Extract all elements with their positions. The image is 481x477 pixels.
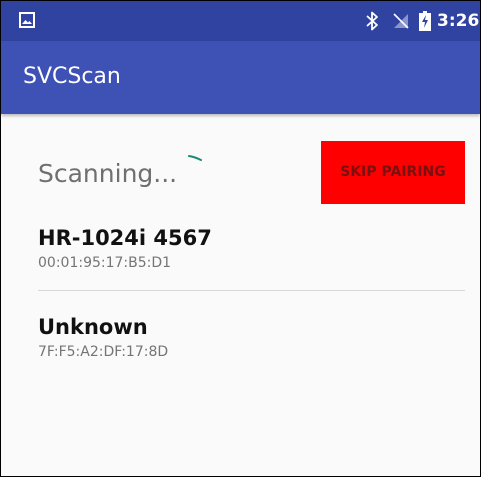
app-bar: SVCScan xyxy=(1,41,480,114)
no-sim-icon xyxy=(393,13,409,29)
bluetooth-icon xyxy=(366,11,378,31)
clock: 3:26 xyxy=(437,11,480,31)
status-bar: 3:26 xyxy=(1,1,480,41)
image-icon xyxy=(19,12,35,28)
device-address: 7F:F5:A2:DF:17:8D xyxy=(38,344,169,360)
device-name: HR-1024i 4567 xyxy=(38,226,212,250)
app-title: SVCScan xyxy=(23,64,121,89)
progress-spinner-icon xyxy=(188,155,202,161)
device-address: 00:01:95:17:B5:D1 xyxy=(38,255,172,271)
battery-charging-icon xyxy=(419,11,431,31)
device-name: Unknown xyxy=(38,315,148,339)
device-list-item[interactable]: HR-1024i 4567 00:01:95:17:B5:D1 xyxy=(38,225,212,272)
device-list-item[interactable]: Unknown 7F:F5:A2:DF:17:8D xyxy=(38,314,168,361)
skip-pairing-button[interactable]: SKIP PAIRING xyxy=(321,141,465,204)
phone-screen: 3:26 SVCScan Scanning... SKIP PAIRING HR… xyxy=(0,0,481,477)
scanning-status: Scanning... xyxy=(38,159,178,188)
list-divider xyxy=(38,290,465,291)
